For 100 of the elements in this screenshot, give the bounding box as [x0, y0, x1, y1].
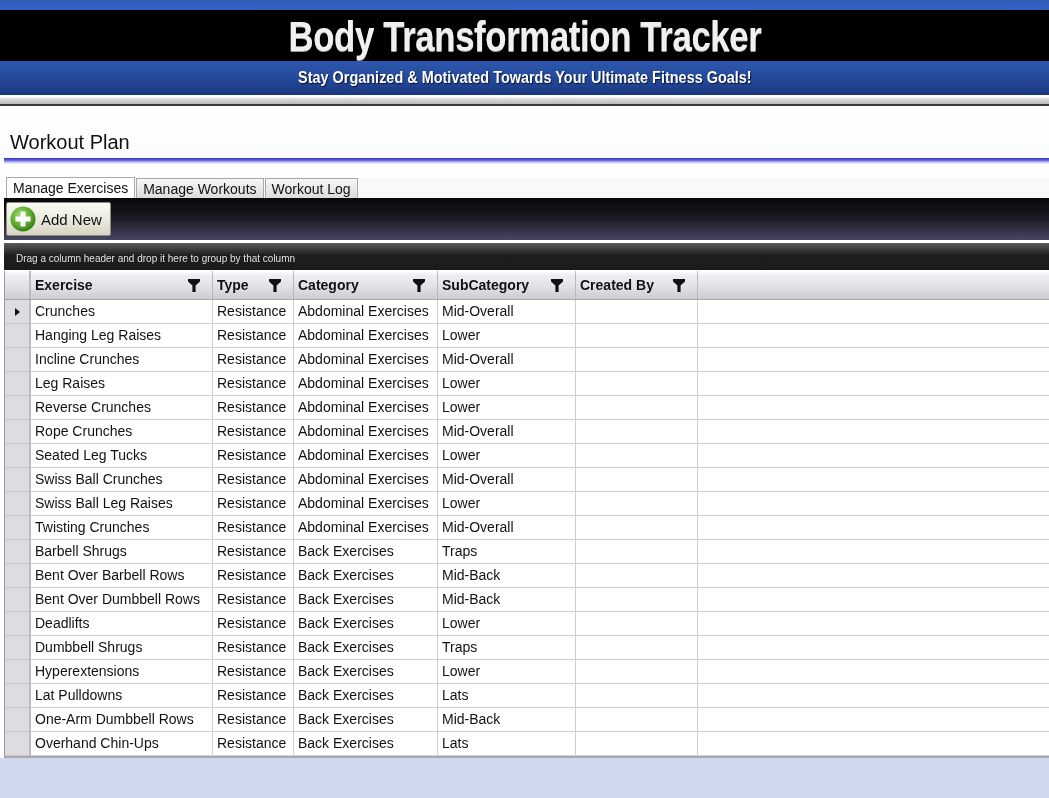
- row-header-cell[interactable]: [5, 684, 31, 708]
- table-cell: One-Arm Dumbbell Rows: [31, 708, 213, 732]
- column-header[interactable]: Exercise: [31, 271, 213, 299]
- table-cell: Bent Over Barbell Rows: [31, 564, 213, 588]
- table-cell: Mid-Back: [438, 564, 576, 588]
- row-header-cell[interactable]: [5, 396, 31, 420]
- row-header-cell[interactable]: [5, 348, 31, 372]
- row-header-cell[interactable]: [5, 588, 31, 612]
- table-cell: Abdominal Exercises: [294, 372, 438, 396]
- table-cell: Back Exercises: [294, 588, 438, 612]
- tab[interactable]: Manage Workouts: [136, 178, 264, 198]
- row-header-cell[interactable]: [5, 708, 31, 732]
- table-cell: Hyperextensions: [31, 660, 213, 684]
- app-subtitle: Stay Organized & Motivated Towards Your Ultimate Fitness Goals!: [297, 68, 752, 88]
- row-header-cell[interactable]: [5, 612, 31, 636]
- table-cell: Mid-Overall: [438, 300, 576, 324]
- table-cell: Mid-Overall: [438, 468, 576, 492]
- tab[interactable]: Workout Log: [264, 178, 358, 198]
- table-cell: Back Exercises: [294, 636, 438, 660]
- row-header-cell[interactable]: [5, 444, 31, 468]
- table-cell: Resistance: [213, 420, 294, 444]
- table-cell: Resistance: [213, 396, 294, 420]
- column-header[interactable]: SubCategory: [438, 271, 576, 299]
- table-cell: Barbell Shrugs: [31, 540, 213, 564]
- table-cell: Lower: [438, 660, 576, 684]
- row-header-cell[interactable]: [5, 564, 31, 588]
- column-header[interactable]: Type: [213, 271, 294, 299]
- table-cell: Abdominal Exercises: [294, 468, 438, 492]
- table-cell: Lat Pulldowns: [31, 684, 213, 708]
- add-new-button[interactable]: Add New: [6, 202, 111, 236]
- row-header-cell[interactable]: [5, 468, 31, 492]
- table-cell: Lower: [438, 444, 576, 468]
- column-header[interactable]: Created By: [576, 271, 698, 299]
- table-cell: Resistance: [213, 492, 294, 516]
- row-header-cell[interactable]: [5, 732, 31, 756]
- table-cell: Resistance: [213, 612, 294, 636]
- table-cell: Abdominal Exercises: [294, 444, 438, 468]
- table-cell: Back Exercises: [294, 708, 438, 732]
- row-header-cell[interactable]: [5, 516, 31, 540]
- table-cell: Resistance: [213, 516, 294, 540]
- table-cell: Back Exercises: [294, 540, 438, 564]
- table-cell: Resistance: [213, 660, 294, 684]
- table-cell: Resistance: [213, 540, 294, 564]
- table-cell: Mid-Overall: [438, 348, 576, 372]
- row-header-cell[interactable]: [5, 636, 31, 660]
- row-header-cell[interactable]: [5, 372, 31, 396]
- table-cell: Overhand Chin-Ups: [31, 732, 213, 756]
- table-cell: Deadlifts: [31, 612, 213, 636]
- table-cell: Resistance: [213, 732, 294, 756]
- table-cell: Twisting Crunches: [31, 516, 213, 540]
- table-cell: Back Exercises: [294, 564, 438, 588]
- table-cell: Abdominal Exercises: [294, 348, 438, 372]
- table-cell: Reverse Crunches: [31, 396, 213, 420]
- table-cell: Resistance: [213, 300, 294, 324]
- table-cell: Back Exercises: [294, 660, 438, 684]
- table-cell: Crunches: [31, 300, 213, 324]
- filter-icon[interactable]: [413, 278, 425, 292]
- table-cell: Back Exercises: [294, 732, 438, 756]
- table-cell: Abdominal Exercises: [294, 300, 438, 324]
- table-cell: Resistance: [213, 636, 294, 660]
- app-title: Body Transformation Tracker: [288, 11, 761, 60]
- table-cell: Lower: [438, 396, 576, 420]
- table-cell: Abdominal Exercises: [294, 516, 438, 540]
- filter-icon[interactable]: [188, 278, 200, 292]
- table-cell: Lower: [438, 372, 576, 396]
- table-cell: Lats: [438, 684, 576, 708]
- column-header[interactable]: Category: [294, 271, 438, 299]
- table-cell: Abdominal Exercises: [294, 492, 438, 516]
- table-cell: Resistance: [213, 444, 294, 468]
- page-title: Workout Plan: [10, 131, 130, 153]
- table-cell: Resistance: [213, 564, 294, 588]
- table-cell: Lower: [438, 324, 576, 348]
- table-cell: Mid-Overall: [438, 516, 576, 540]
- table-cell: Incline Crunches: [31, 348, 213, 372]
- table-cell: Abdominal Exercises: [294, 420, 438, 444]
- row-header-cell[interactable]: [5, 420, 31, 444]
- table-cell: Resistance: [213, 372, 294, 396]
- tab[interactable]: Manage Exercises: [6, 177, 136, 198]
- table-cell: Back Exercises: [294, 684, 438, 708]
- table-cell: Bent Over Dumbbell Rows: [31, 588, 213, 612]
- table-cell: Back Exercises: [294, 612, 438, 636]
- table-cell: Lower: [438, 492, 576, 516]
- row-header-cell[interactable]: [5, 492, 31, 516]
- filter-icon[interactable]: [673, 278, 685, 292]
- triangle-right-icon: [14, 307, 20, 316]
- row-header-cell[interactable]: [5, 660, 31, 684]
- table-cell: Resistance: [213, 348, 294, 372]
- table-cell: Dumbbell Shrugs: [31, 636, 213, 660]
- filter-icon[interactable]: [551, 278, 563, 292]
- group-panel-hint: Drag a column header and drop it here to group by that column: [16, 253, 296, 265]
- table-cell: Mid-Back: [438, 588, 576, 612]
- row-header-cell[interactable]: [5, 324, 31, 348]
- table-cell: Swiss Ball Leg Raises: [31, 492, 213, 516]
- row-header-cell[interactable]: [5, 300, 31, 324]
- row-header-cell[interactable]: [5, 540, 31, 564]
- table-cell: Abdominal Exercises: [294, 396, 438, 420]
- filter-icon[interactable]: [269, 278, 281, 292]
- table-cell: Lats: [438, 732, 576, 756]
- table-cell: Hanging Leg Raises: [31, 324, 213, 348]
- table-cell: Mid-Back: [438, 708, 576, 732]
